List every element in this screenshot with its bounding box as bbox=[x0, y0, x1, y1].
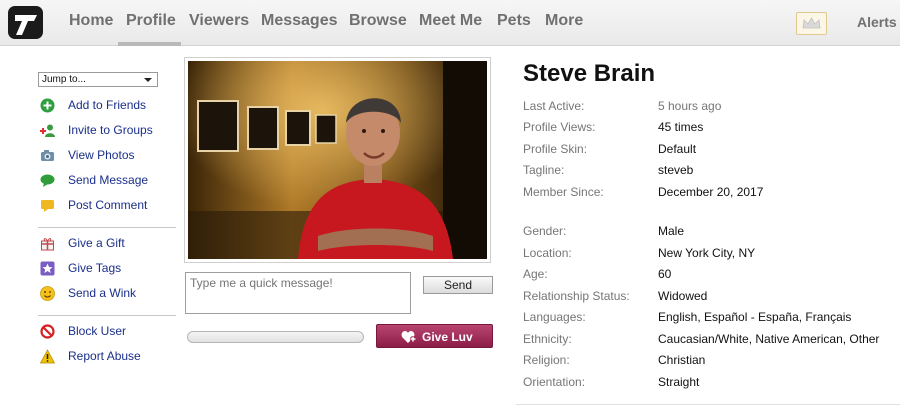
profile-views-label: Profile Views: bbox=[523, 120, 596, 134]
block-user-link[interactable]: Block User bbox=[38, 323, 178, 341]
crown-button[interactable] bbox=[796, 12, 827, 35]
give-a-gift-label: Give a Gift bbox=[68, 236, 125, 250]
warning-icon bbox=[40, 349, 55, 364]
ethnicity-label: Ethnicity: bbox=[523, 332, 572, 346]
heart-plus-icon bbox=[401, 331, 416, 343]
add-to-friends-label: Add to Friends bbox=[68, 98, 147, 112]
member-since-value: December 20, 2017 bbox=[658, 185, 764, 199]
gift-icon bbox=[41, 238, 54, 251]
invite-to-groups-link[interactable]: Invite to Groups bbox=[38, 122, 178, 140]
orientation-label: Orientation: bbox=[523, 375, 586, 389]
block-user-label: Block User bbox=[68, 324, 127, 338]
give-tags-link[interactable]: Give Tags bbox=[38, 260, 178, 278]
profile-photo-image bbox=[188, 61, 487, 259]
languages-label: Languages: bbox=[523, 310, 586, 324]
religion-value: Christian bbox=[658, 353, 706, 367]
nav-pets[interactable]: Pets bbox=[497, 12, 531, 30]
view-photos-link[interactable]: View Photos bbox=[38, 147, 178, 165]
nav-viewers[interactable]: Viewers bbox=[189, 12, 249, 30]
location-value: New York City, NY bbox=[658, 246, 756, 260]
last-active-label: Last Active: bbox=[523, 99, 585, 113]
post-comment-label: Post Comment bbox=[68, 198, 148, 212]
ethnicity-value: Caucasian/White, Native American, Other bbox=[658, 332, 880, 346]
add-people-icon bbox=[40, 124, 55, 137]
location-label: Location: bbox=[523, 246, 572, 260]
luv-progress-bar bbox=[187, 331, 364, 343]
jump-to-label: Jump to... bbox=[42, 74, 86, 85]
nav-browse[interactable]: Browse bbox=[349, 12, 407, 30]
nav-messages[interactable]: Messages bbox=[261, 12, 338, 30]
profile-skin-value: Default bbox=[658, 142, 697, 156]
profile-views-value: 45 times bbox=[658, 120, 704, 134]
nav-active-indicator bbox=[118, 42, 181, 46]
nav-alerts[interactable]: Alerts bbox=[857, 14, 897, 30]
block-icon bbox=[40, 324, 55, 339]
send-message-label: Send Message bbox=[68, 173, 149, 187]
send-message-link[interactable]: Send Message bbox=[38, 172, 178, 190]
relationship-status-value: Widowed bbox=[658, 289, 708, 303]
post-comment-link[interactable]: Post Comment bbox=[38, 197, 178, 215]
tagline-value: steveb bbox=[658, 163, 694, 177]
star-tag-icon bbox=[40, 261, 55, 276]
sidebar-divider bbox=[38, 227, 176, 228]
add-to-friends-link[interactable]: Add to Friends bbox=[38, 97, 178, 115]
orientation-value: Straight bbox=[658, 375, 700, 389]
speech-bubble-icon bbox=[40, 174, 55, 187]
age-value: 60 bbox=[658, 267, 672, 281]
nav-profile[interactable]: Profile bbox=[126, 12, 176, 30]
nav-more[interactable]: More bbox=[545, 12, 583, 30]
comment-icon bbox=[41, 200, 54, 212]
give-a-gift-link[interactable]: Give a Gift bbox=[38, 235, 178, 253]
member-since-label: Member Since: bbox=[523, 185, 604, 199]
give-luv-label: Give Luv bbox=[422, 330, 473, 344]
profile-name: Steve Brain bbox=[523, 60, 656, 87]
nav-home[interactable]: Home bbox=[69, 12, 113, 30]
sidebar-divider bbox=[38, 315, 176, 316]
religion-label: Religion: bbox=[523, 353, 570, 367]
camera-icon bbox=[41, 150, 54, 161]
crown-icon bbox=[802, 17, 821, 29]
relationship-status-label: Relationship Status: bbox=[523, 289, 630, 303]
age-label: Age: bbox=[523, 267, 548, 281]
jump-to-select[interactable]: Jump to... bbox=[38, 72, 158, 87]
give-luv-button[interactable]: Give Luv bbox=[376, 324, 493, 348]
wink-smiley-icon bbox=[40, 286, 55, 301]
invite-to-groups-label: Invite to Groups bbox=[68, 123, 153, 137]
details-divider bbox=[516, 404, 900, 405]
dropdown-arrow-icon bbox=[144, 78, 152, 82]
report-abuse-label: Report Abuse bbox=[68, 349, 141, 363]
profile-skin-label: Profile Skin: bbox=[523, 142, 588, 156]
tagline-label: Tagline: bbox=[523, 163, 565, 177]
send-a-wink-label: Send a Wink bbox=[68, 286, 137, 300]
gender-label: Gender: bbox=[523, 224, 567, 238]
send-button[interactable]: Send bbox=[423, 276, 493, 294]
send-a-wink-link[interactable]: Send a Wink bbox=[38, 285, 178, 303]
gender-value: Male bbox=[658, 224, 685, 238]
top-nav: Home Profile Viewers Messages Browse Mee… bbox=[0, 0, 900, 46]
plus-circle-icon bbox=[40, 98, 55, 113]
give-tags-label: Give Tags bbox=[68, 261, 122, 275]
last-active-value: 5 hours ago bbox=[658, 99, 722, 113]
view-photos-label: View Photos bbox=[68, 148, 135, 162]
site-logo-icon[interactable] bbox=[7, 4, 45, 42]
languages-value: English, Español - España, Français bbox=[658, 310, 852, 324]
report-abuse-link[interactable]: Report Abuse bbox=[38, 348, 178, 366]
profile-photo[interactable] bbox=[184, 57, 491, 263]
quick-message-input[interactable] bbox=[185, 272, 411, 314]
nav-meet-me[interactable]: Meet Me bbox=[419, 12, 482, 30]
